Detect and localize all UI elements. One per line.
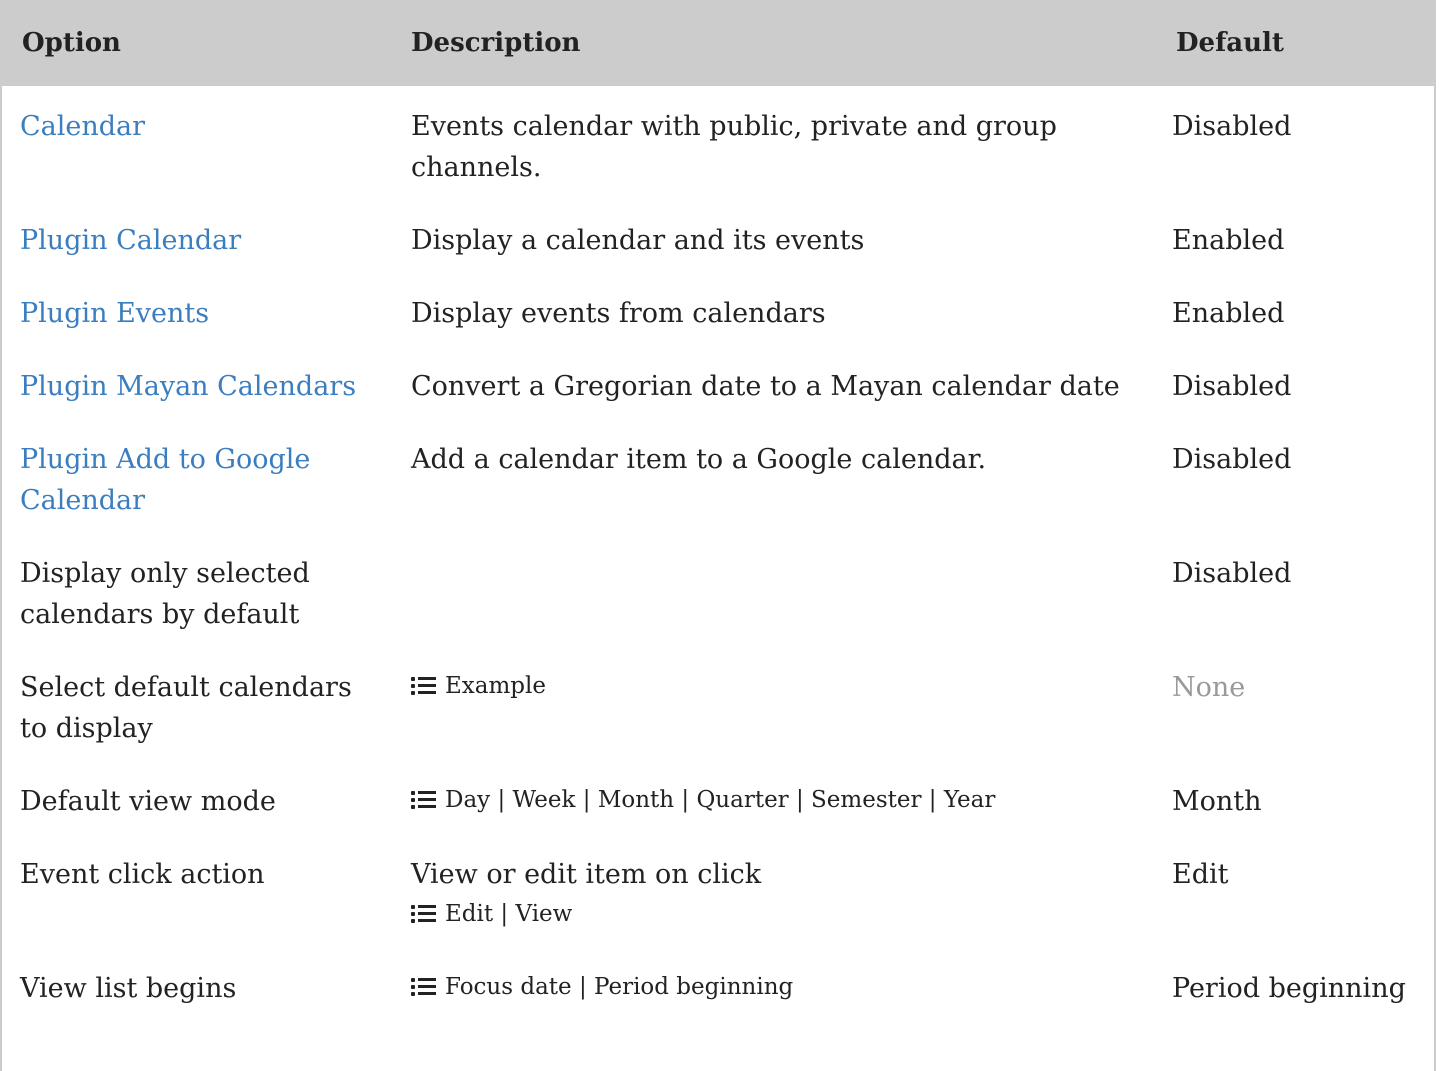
default-value: Edit	[1172, 859, 1229, 890]
default-value: None	[1172, 672, 1246, 703]
option-cell: Plugin Events	[2, 273, 399, 346]
choices-text: Example	[445, 673, 546, 699]
table-header: Option Description Default	[2, 0, 1435, 86]
default-value: Disabled	[1172, 111, 1292, 142]
default-cell: Enabled	[1150, 200, 1435, 273]
description-cell: View or edit item on click Edit | View	[399, 834, 1150, 948]
option-label: Default view mode	[20, 786, 276, 817]
option-link[interactable]: Calendar	[20, 111, 145, 142]
default-cell: Period beginning	[1150, 948, 1435, 1021]
choices: Day | Week | Month | Quarter | Semester …	[411, 783, 995, 817]
default-cell: Enabled	[1150, 273, 1435, 346]
description-text: Display a calendar and its events	[411, 225, 865, 256]
option-label: Display only selected calendars by defau…	[20, 558, 310, 630]
header-description: Description	[411, 28, 581, 58]
list-icon	[411, 676, 436, 696]
preferences-table: Option Description Default Calendar Event…	[2, 0, 1435, 1021]
description-cell: Display a calendar and its events	[399, 200, 1150, 273]
choices: Focus date | Period beginning	[411, 970, 793, 1004]
option-link[interactable]: Plugin Calendar	[20, 225, 241, 256]
choices: Example	[411, 669, 546, 703]
option-label: View list begins	[20, 973, 237, 1004]
default-value: Enabled	[1172, 298, 1285, 329]
option-cell: Calendar	[2, 86, 399, 200]
option-label: Event click action	[20, 859, 265, 890]
default-value: Enabled	[1172, 225, 1285, 256]
header-default: Default	[1176, 28, 1284, 58]
table-row: Select default calendars to display Examp…	[2, 647, 1435, 761]
default-cell: Disabled	[1150, 533, 1435, 647]
description-cell: Day | Week | Month | Quarter | Semester …	[399, 761, 1150, 834]
option-cell: Default view mode	[2, 761, 399, 834]
header-row: Option Description Default	[2, 0, 1435, 86]
option-cell: Plugin Calendar	[2, 200, 399, 273]
default-value: Month	[1172, 786, 1262, 817]
option-cell: View list begins	[2, 948, 399, 1021]
table-row: Calendar Events calendar with public, pri…	[2, 86, 1435, 200]
default-cell: Disabled	[1150, 346, 1435, 419]
default-cell: Disabled	[1150, 419, 1435, 533]
option-cell: Event click action	[2, 834, 399, 948]
list-icon	[411, 790, 436, 810]
option-link[interactable]: Plugin Events	[20, 298, 209, 329]
description-text: View or edit item on click	[411, 859, 762, 890]
default-value: Disabled	[1172, 444, 1292, 475]
table-row: Plugin Events Display events from calenda…	[2, 273, 1435, 346]
table-row: Plugin Add to Google Calendar Add a calen…	[2, 419, 1435, 533]
option-label: Select default calendars to display	[20, 672, 352, 744]
description-cell: Example	[399, 647, 1150, 761]
option-link[interactable]: Plugin Mayan Calendars	[20, 371, 356, 402]
default-value: Period beginning	[1172, 973, 1406, 1004]
table-row: Plugin Mayan Calendars Convert a Gregoria…	[2, 346, 1435, 419]
option-cell: Select default calendars to display	[2, 647, 399, 761]
option-link[interactable]: Plugin Add to Google Calendar	[20, 444, 310, 516]
list-icon	[411, 904, 436, 924]
default-cell: Month	[1150, 761, 1435, 834]
table-body: Calendar Events calendar with public, pri…	[2, 86, 1435, 1021]
description-cell: Display events from calendars	[399, 273, 1150, 346]
description-text: Add a calendar item to a Google calendar…	[411, 444, 987, 475]
table-row: Default view mode Day | Week | Month | Qu…	[2, 761, 1435, 834]
description-text: Display events from calendars	[411, 298, 826, 329]
description-cell: Add a calendar item to a Google calendar…	[399, 419, 1150, 533]
option-cell: Plugin Add to Google Calendar	[2, 419, 399, 533]
description-cell: Events calendar with public, private and…	[399, 86, 1150, 200]
default-cell: Disabled	[1150, 86, 1435, 200]
table-row: Display only selected calendars by defau…	[2, 533, 1435, 647]
table-row: Event click action View or edit item on c…	[2, 834, 1435, 948]
choices-text: Day | Week | Month | Quarter | Semester …	[445, 787, 996, 813]
header-option: Option	[22, 28, 121, 58]
choices-text: Edit | View	[445, 901, 573, 927]
table-row: Plugin Calendar Display a calendar and it…	[2, 200, 1435, 273]
description-cell: Convert a Gregorian date to a Mayan cale…	[399, 346, 1150, 419]
default-cell: Edit	[1150, 834, 1435, 948]
choices: Edit | View	[411, 897, 572, 931]
description-text: Events calendar with public, private and…	[411, 111, 1057, 183]
description-cell: Focus date | Period beginning	[399, 948, 1150, 1021]
option-cell: Plugin Mayan Calendars	[2, 346, 399, 419]
choices-text: Focus date | Period beginning	[445, 974, 794, 1000]
description-text: Convert a Gregorian date to a Mayan cale…	[411, 371, 1120, 402]
option-cell: Display only selected calendars by defau…	[2, 533, 399, 647]
description-cell	[399, 533, 1150, 647]
table-row: View list begins Focus date | Period begi…	[2, 948, 1435, 1021]
default-value: Disabled	[1172, 558, 1292, 589]
default-value: Disabled	[1172, 371, 1292, 402]
list-icon	[411, 977, 436, 997]
default-cell: None	[1150, 647, 1435, 761]
